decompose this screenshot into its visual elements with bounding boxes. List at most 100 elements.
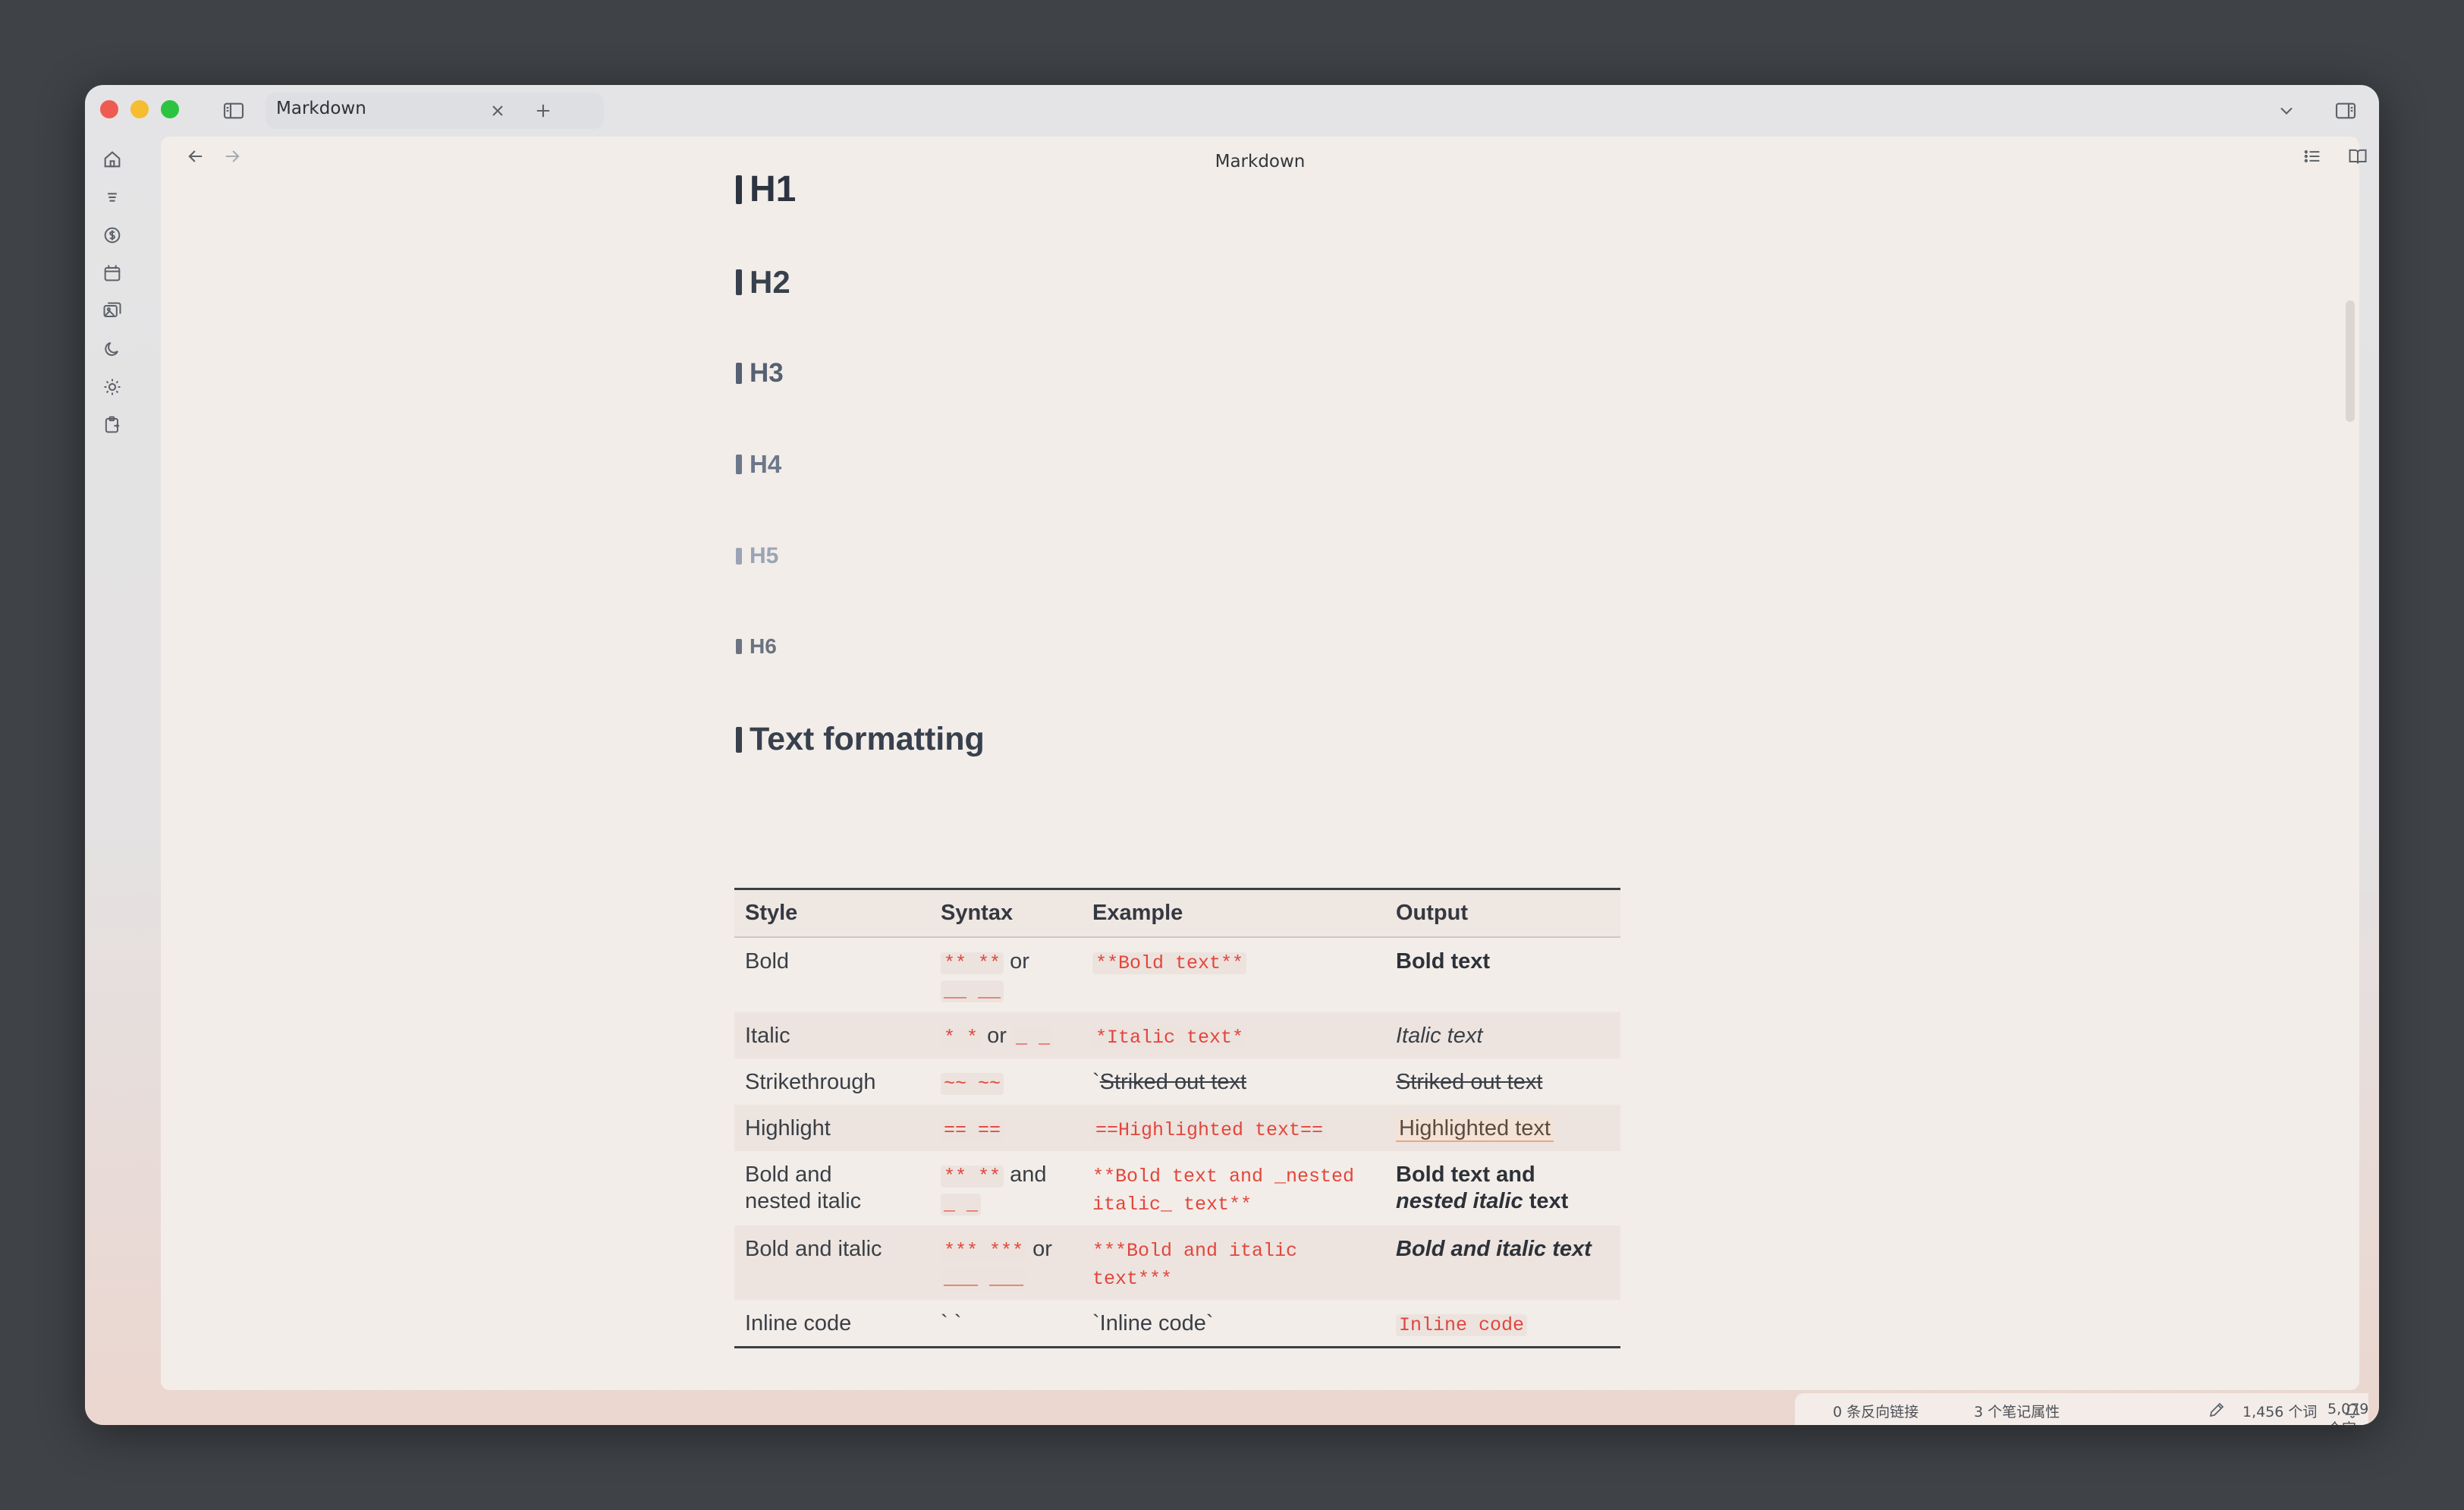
home-icon[interactable] — [102, 149, 123, 170]
column-header-example: Example — [1082, 889, 1385, 938]
edit-pencil-icon[interactable] — [2208, 1401, 2226, 1419]
cell-syntax: * * or _ _ — [930, 1012, 1082, 1059]
note-title: Markdown — [1215, 152, 1306, 171]
dollar-icon[interactable] — [102, 225, 123, 246]
heading-h5-text: H5 — [750, 543, 779, 568]
cell-example: ***Bold and italic text*** — [1082, 1225, 1385, 1300]
list-icon[interactable] — [102, 187, 123, 208]
formatting-table: Style Syntax Example Output Bold ** ** o… — [734, 888, 1620, 1348]
syntax-code: *** *** — [941, 1240, 1027, 1262]
cell-style: Bold and nested italic — [734, 1151, 930, 1225]
table-row: Italic * * or _ _ *Italic text* Italic t… — [734, 1012, 1620, 1059]
cell-syntax: *** *** or ___ ___ — [930, 1225, 1082, 1300]
maximize-window-button[interactable] — [161, 100, 179, 118]
cell-output: Bold text — [1385, 937, 1620, 1012]
example-code: ==Highlighted text== — [1092, 1119, 1327, 1141]
output-bold: text — [1529, 1189, 1569, 1213]
cell-example: `Inline code` — [1092, 1311, 1214, 1335]
cell-output: Inline code — [1385, 1300, 1620, 1348]
images-icon[interactable] — [102, 300, 123, 322]
close-tab-icon[interactable] — [489, 102, 507, 120]
heading-h6-text: H6 — [750, 634, 777, 658]
heading-h1-text: H1 — [750, 169, 797, 209]
cell-output: Italic text — [1385, 1012, 1620, 1059]
table-row: Strikethrough ~~ ~~ `Striked out text St… — [734, 1059, 1620, 1105]
syntax-code: ** ** — [941, 952, 1004, 974]
example-tick: ` — [1092, 1070, 1100, 1094]
example-code: **Bold text** — [1092, 952, 1247, 974]
right-sidebar-toggle-icon[interactable] — [2334, 99, 2358, 123]
table-row: Bold and italic *** *** or ___ ___ ***Bol… — [734, 1225, 1620, 1300]
cell-syntax: ` ` — [941, 1311, 962, 1335]
output-highlight: Highlighted text — [1396, 1116, 1554, 1142]
table-row: Bold ** ** or __ __ **Bold text** Bold te… — [734, 937, 1620, 1012]
sync-bell-icon[interactable] — [2343, 1401, 2362, 1419]
cell-style: Highlight — [734, 1105, 930, 1151]
status-word-count: 1,456 个词 — [2242, 1404, 2318, 1420]
sun-icon[interactable] — [102, 376, 123, 398]
syntax-code: * * — [941, 1027, 982, 1049]
heading-h6: H6 — [736, 634, 777, 659]
status-properties[interactable]: 3 个笔记属性 — [1974, 1401, 2060, 1421]
syntax-code: _ _ — [1012, 1027, 1053, 1049]
heading-marker — [736, 548, 742, 565]
heading-marker — [736, 455, 742, 474]
tab-list-chevron-icon[interactable] — [2276, 100, 2297, 121]
syntax-code: _ _ — [941, 1194, 982, 1216]
example-code: italic_ text** — [1092, 1194, 1252, 1216]
syntax-code: == == — [941, 1119, 1004, 1141]
scrollbar-thumb[interactable] — [2346, 300, 2355, 422]
cell-syntax: ** ** and _ _ — [930, 1151, 1082, 1225]
export-icon[interactable] — [102, 414, 123, 436]
cell-style: Italic — [734, 1012, 930, 1059]
heading-text-formatting: Text formatting — [736, 721, 985, 758]
output-bold: Bold text — [1396, 949, 1491, 974]
heading-marker — [736, 269, 742, 295]
heading-h5: H5 — [736, 543, 778, 569]
column-header-style: Style — [734, 889, 930, 938]
example-strike: Striked out text — [1099, 1070, 1247, 1094]
output-bold-italic: Bold and italic text — [1396, 1237, 1592, 1261]
app-window: Markdown Markdown H1 H2 H3 H4 H5 H6 Text… — [85, 85, 2379, 1425]
close-window-button[interactable] — [100, 100, 118, 118]
syntax-code: ___ ___ — [941, 1268, 1027, 1290]
cell-example: *Italic text* — [1082, 1012, 1385, 1059]
cell-style: Bold — [745, 949, 790, 974]
column-header-output: Output — [1385, 889, 1620, 938]
style-line: nested italic — [745, 1189, 862, 1213]
heading-marker — [736, 639, 742, 654]
cell-syntax: ~~ ~~ — [930, 1059, 1082, 1105]
cell-example: **Bold text and _nested italic_ text** — [1082, 1151, 1385, 1225]
status-backlinks[interactable]: 0 条反向链接 — [1833, 1401, 1919, 1421]
column-header-syntax: Syntax — [930, 889, 1082, 938]
cell-output: Bold and italic text — [1385, 1225, 1620, 1300]
syntax-code: ~~ ~~ — [941, 1073, 1004, 1095]
cell-example: `Striked out text — [1082, 1059, 1385, 1105]
heading-marker — [736, 726, 742, 753]
outline-list-icon[interactable] — [2302, 146, 2323, 167]
heading-h4: H4 — [736, 450, 781, 479]
example-code: ***Bold and italic — [1092, 1240, 1298, 1262]
example-code: text*** — [1092, 1268, 1173, 1290]
heading-h1: H1 — [736, 168, 796, 210]
cell-output: Striked out text — [1385, 1059, 1620, 1105]
new-tab-icon[interactable] — [533, 100, 554, 121]
minimize-window-button[interactable] — [130, 100, 149, 118]
heading-marker — [736, 363, 742, 384]
reading-mode-book-icon[interactable] — [2347, 146, 2368, 167]
cell-example: ==Highlighted text== — [1082, 1105, 1385, 1151]
table-row: Bold and nested italic ** ** and _ _ **Bol… — [734, 1151, 1620, 1225]
heading-text-formatting-text: Text formatting — [750, 721, 985, 757]
cell-style: Bold and italic — [734, 1225, 930, 1300]
output-bold-italic: nested italic — [1396, 1189, 1523, 1213]
sidebar-toggle-icon[interactable] — [222, 99, 246, 123]
tab-title: Markdown — [276, 99, 366, 118]
calendar-icon[interactable] — [102, 263, 123, 284]
heading-h3-text: H3 — [750, 358, 784, 388]
moon-icon[interactable] — [102, 338, 123, 360]
table-row: Highlight == == ==Highlighted text== Hig… — [734, 1105, 1620, 1151]
syntax-or: or — [1010, 949, 1029, 974]
cell-output: Bold text and nested italic text — [1385, 1151, 1620, 1225]
syntax-code: ** ** — [941, 1166, 1004, 1188]
table-row: Inline code ` ` `Inline code` Inline cod… — [734, 1300, 1620, 1348]
